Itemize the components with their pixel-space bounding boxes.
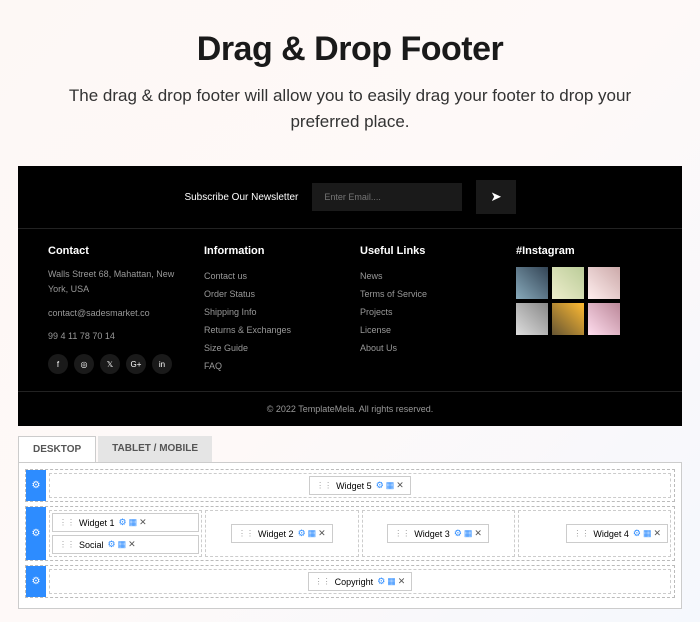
useful-link[interactable]: Terms of Service — [360, 285, 496, 303]
duplicate-icon[interactable]: ▦ — [386, 480, 395, 491]
builder-row: ⚙ ⋮⋮Copyright⚙▦✕ — [25, 565, 675, 598]
gear-icon[interactable]: ⚙ — [376, 480, 384, 491]
instagram-thumbnail[interactable] — [552, 267, 584, 299]
gear-icon[interactable]: ⚙ — [454, 528, 462, 539]
instagram-icon[interactable]: ◎ — [74, 354, 94, 374]
contact-column: Contact Walls Street 68, Mahattan, New Y… — [48, 245, 184, 375]
row-settings-handle[interactable]: ⚙ — [26, 566, 46, 597]
widget-label: Copyright — [335, 577, 374, 587]
close-icon[interactable]: ✕ — [474, 528, 482, 539]
info-link[interactable]: Order Status — [204, 285, 340, 303]
linkedin-icon[interactable]: in — [152, 354, 172, 374]
widget-block[interactable]: ⋮⋮ Widget 4 ⚙▦✕ — [566, 524, 668, 543]
grip-icon: ⋮⋮ — [394, 529, 410, 538]
grip-icon: ⋮⋮ — [315, 577, 331, 586]
gear-icon[interactable]: ⚙ — [298, 528, 306, 539]
duplicate-icon[interactable]: ▦ — [308, 528, 317, 539]
grip-icon: ⋮⋮ — [59, 540, 75, 549]
instagram-column: #Instagram — [516, 245, 652, 375]
widget-label: Widget 4 — [593, 529, 629, 539]
widget-label: Social — [79, 540, 104, 550]
useful-link[interactable]: News — [360, 267, 496, 285]
widget-block[interactable]: ⋮⋮ Copyright⚙▦✕ — [308, 572, 413, 591]
contact-phone: 99 4 11 78 70 14 — [48, 329, 184, 344]
twitter-icon[interactable]: 𝕏 — [100, 354, 120, 374]
close-icon[interactable]: ✕ — [398, 576, 406, 587]
widget-block[interactable]: ⋮⋮ Widget 2 ⚙▦✕ — [231, 524, 333, 543]
tab-tablet-mobile[interactable]: TABLET / MOBILE — [98, 436, 212, 462]
widget-label: Widget 1 — [79, 518, 115, 528]
widget-block[interactable]: ⋮⋮ Widget 3 ⚙▦✕ — [387, 524, 489, 543]
information-heading: Information — [204, 245, 340, 257]
useful-links-column: Useful Links News Terms of Service Proje… — [360, 245, 496, 375]
duplicate-icon[interactable]: ▦ — [129, 517, 138, 528]
builder-row: ⚙ ⋮⋮Widget 5⚙▦✕ — [25, 469, 675, 502]
grip-icon: ⋮⋮ — [59, 518, 75, 527]
gear-icon[interactable]: ⚙ — [633, 528, 641, 539]
page-title: Drag & Drop Footer — [40, 30, 660, 69]
instagram-thumbnail[interactable] — [516, 303, 548, 335]
copyright-text: © 2022 TemplateMela. All rights reserved… — [18, 391, 682, 426]
widget-block[interactable]: ⋮⋮ Widget 5 ⚙▦✕ — [309, 476, 411, 495]
duplicate-icon[interactable]: ▦ — [387, 576, 396, 587]
instagram-heading: #Instagram — [516, 245, 652, 257]
close-icon[interactable]: ✕ — [653, 528, 661, 539]
footer-preview: Subscribe Our Newsletter ➤ Contact Walls… — [18, 166, 682, 426]
duplicate-icon[interactable]: ▦ — [464, 528, 473, 539]
gear-icon[interactable]: ⚙ — [108, 539, 116, 550]
gear-icon[interactable]: ⚙ — [377, 576, 385, 587]
newsletter-label: Subscribe Our Newsletter — [184, 192, 298, 203]
instagram-thumbnail[interactable] — [588, 267, 620, 299]
info-link[interactable]: Contact us — [204, 267, 340, 285]
useful-link[interactable]: License — [360, 321, 496, 339]
send-icon: ➤ — [490, 189, 501, 204]
contact-email: contact@sadesmarket.co — [48, 306, 184, 321]
row-settings-handle[interactable]: ⚙ — [26, 507, 46, 560]
info-link[interactable]: Size Guide — [204, 339, 340, 357]
gear-icon[interactable]: ⚙ — [119, 517, 127, 528]
widget-label: Widget 2 — [258, 529, 294, 539]
newsletter-submit-button[interactable]: ➤ — [476, 180, 515, 214]
footer-builder: DESKTOP TABLET / MOBILE ⚙ ⋮⋮Widget 5⚙▦✕ … — [18, 436, 682, 609]
facebook-icon[interactable]: f — [48, 354, 68, 374]
widget-block[interactable]: ⋮⋮ Widget 1 ⚙▦✕ — [52, 513, 199, 532]
gear-icon: ⚙ — [32, 480, 41, 491]
info-link[interactable]: Returns & Exchanges — [204, 321, 340, 339]
gear-icon: ⚙ — [32, 528, 41, 539]
instagram-thumbnail[interactable] — [552, 303, 584, 335]
close-icon[interactable]: ✕ — [139, 517, 147, 528]
information-column: Information Contact us Order Status Ship… — [204, 245, 340, 375]
builder-row: ⚙ ⋮⋮Widget 1⚙▦✕ ⋮⋮Social⚙▦✕ ⋮⋮Widget 2⚙▦… — [25, 506, 675, 561]
info-link[interactable]: Shipping Info — [204, 303, 340, 321]
close-icon[interactable]: ✕ — [128, 539, 136, 550]
tab-desktop[interactable]: DESKTOP — [18, 436, 96, 462]
grip-icon: ⋮⋮ — [238, 529, 254, 538]
contact-address: Walls Street 68, Mahattan, New York, USA — [48, 267, 184, 298]
instagram-thumbnail[interactable] — [588, 303, 620, 335]
grip-icon: ⋮⋮ — [573, 529, 589, 538]
useful-link[interactable]: About Us — [360, 339, 496, 357]
widget-label: Widget 3 — [414, 529, 450, 539]
useful-links-heading: Useful Links — [360, 245, 496, 257]
row-settings-handle[interactable]: ⚙ — [26, 470, 46, 501]
duplicate-icon[interactable]: ▦ — [118, 539, 127, 550]
gear-icon: ⚙ — [32, 576, 41, 587]
newsletter-email-input[interactable] — [312, 183, 462, 211]
grip-icon: ⋮⋮ — [316, 481, 332, 490]
info-link[interactable]: FAQ — [204, 357, 340, 375]
close-icon[interactable]: ✕ — [318, 528, 326, 539]
close-icon[interactable]: ✕ — [396, 480, 404, 491]
widget-label: Widget 5 — [336, 481, 372, 491]
page-description: The drag & drop footer will allow you to… — [40, 83, 660, 134]
contact-heading: Contact — [48, 245, 184, 257]
widget-block[interactable]: ⋮⋮ Social ⚙▦✕ — [52, 535, 199, 554]
useful-link[interactable]: Projects — [360, 303, 496, 321]
google-plus-icon[interactable]: G+ — [126, 354, 146, 374]
duplicate-icon[interactable]: ▦ — [643, 528, 652, 539]
instagram-thumbnail[interactable] — [516, 267, 548, 299]
